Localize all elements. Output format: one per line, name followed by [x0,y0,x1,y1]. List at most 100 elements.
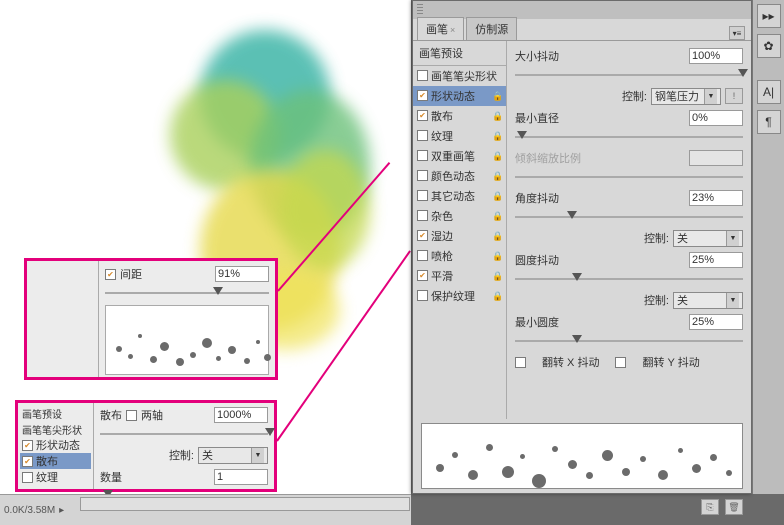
brush-option-label: 杂色 [431,208,453,224]
preset-header[interactable]: 画笔预设 [20,405,91,421]
checkbox[interactable] [22,440,33,451]
brush-option-label: 散布 [431,108,453,124]
flip-y-checkbox[interactable] [615,357,626,368]
list-item[interactable]: 纹理 [20,469,91,485]
tilt-scale-input [689,150,743,166]
brush-option-item[interactable]: 形状动态🔒 [413,86,506,106]
min-diameter-slider[interactable] [515,131,743,143]
tab-brush[interactable]: 画笔× [417,17,464,40]
count-input[interactable]: 1 [214,469,268,485]
checkbox[interactable] [417,90,428,101]
min-round-slider[interactable] [515,335,743,347]
checkbox[interactable] [417,130,428,141]
panel-menu-button[interactable]: ▾≡ [729,26,745,40]
control-label: 控制: [644,230,669,246]
round-jitter-input[interactable]: 25% [689,252,743,268]
close-icon[interactable]: × [450,25,455,35]
toolbar-button[interactable]: ✿ [757,34,781,58]
tilt-scale-slider [515,171,743,183]
new-preset-button[interactable]: ⎘ [701,499,719,515]
brush-option-label: 画笔笔尖形状 [431,68,497,84]
round-jitter-slider[interactable] [515,273,743,285]
min-diameter-input[interactable]: 0% [689,110,743,126]
brush-stroke-preview [421,423,743,489]
drag-handle-icon[interactable] [417,4,423,16]
checkbox[interactable] [417,190,428,201]
brush-option-item[interactable]: 保护纹理 🔒 [413,286,506,306]
expand-panel-button[interactable]: ▸▸ [757,4,781,28]
brush-option-item[interactable]: 纹理 🔒 [413,126,506,146]
checkbox[interactable] [417,210,428,221]
size-control-select[interactable]: 钢笔压力▼ [651,88,721,105]
lock-icon[interactable]: 🔒 [492,131,502,141]
size-jitter-label: 大小抖动 [515,48,685,64]
horizontal-scrollbar[interactable] [80,497,410,511]
round-jitter-label: 圆度抖动 [515,252,685,268]
checkbox[interactable] [417,110,428,121]
checkbox[interactable] [417,250,428,261]
brush-panel: 画笔× 仿制源 ▾≡ 画笔预设 画笔笔尖形状形状动态🔒散布🔒纹理🔒双重画笔🔒颜色… [412,0,752,494]
angle-jitter-input[interactable]: 23% [689,190,743,206]
list-item[interactable]: 形状动态 [20,437,91,453]
doc-status-text: 0.0K/3.58M [4,505,55,516]
brush-option-item[interactable]: 平滑🔒 [413,266,506,286]
flip-x-checkbox[interactable] [515,357,526,368]
lock-icon[interactable]: 🔒 [492,171,502,181]
shape-dynamics-settings: 大小抖动100% 控制:钢笔压力▼! 最小直径0% 倾斜缩放比例 角度抖动23%… [507,41,751,419]
list-item[interactable]: 画笔笔尖形状 [20,421,91,437]
round-control-select[interactable]: 关▼ [673,292,743,309]
brush-option-item[interactable]: 画笔笔尖形状 [413,66,506,86]
brush-option-item[interactable]: 湿边🔒 [413,226,506,246]
brush-option-item[interactable]: 喷枪🔒 [413,246,506,266]
brush-option-list: 画笔预设 画笔笔尖形状形状动态🔒散布🔒纹理🔒双重画笔🔒颜色动态🔒其它动态🔒杂色🔒… [413,41,507,419]
scatter-slider[interactable] [100,428,268,440]
checkbox[interactable] [22,456,33,467]
lock-icon[interactable]: 🔒 [492,111,502,121]
brush-option-item[interactable]: 杂色 🔒 [413,206,506,226]
lock-icon[interactable]: 🔒 [492,151,502,161]
warning-icon: ! [725,88,743,104]
spacing-input[interactable]: 91% [215,266,269,282]
spacing-slider[interactable] [105,287,269,299]
character-panel-button[interactable]: A| [757,80,781,104]
delete-button[interactable]: 🗑 [725,499,743,515]
lock-icon[interactable]: 🔒 [492,291,502,301]
brush-preset-header[interactable]: 画笔预设 [413,41,506,66]
lock-icon[interactable]: 🔒 [492,271,502,281]
lock-icon[interactable]: 🔒 [492,251,502,261]
brush-option-label: 保护纹理 [431,288,475,304]
paragraph-panel-button[interactable]: ¶ [757,110,781,134]
checkbox[interactable] [417,70,428,81]
scatter-input[interactable]: 1000% [214,407,268,423]
tab-clone-source[interactable]: 仿制源 [466,17,517,40]
callout-spacing: 间距 91% [24,258,278,380]
lock-icon[interactable]: 🔒 [492,91,502,101]
spacing-checkbox[interactable] [105,269,116,280]
brush-option-label: 纹理 [431,128,453,144]
control-select[interactable]: 关▼ [198,447,268,464]
angle-control-select[interactable]: 关▼ [673,230,743,247]
control-label: 控制: [622,88,647,104]
flip-x-label: 翻转 X 抖动 [542,354,599,370]
min-round-input[interactable]: 25% [689,314,743,330]
list-item-selected[interactable]: 散布 [20,453,91,469]
min-round-label: 最小圆度 [515,314,685,330]
lock-icon[interactable]: 🔒 [492,191,502,201]
brush-option-item[interactable]: 散布 🔒 [413,106,506,126]
lock-icon[interactable]: 🔒 [492,231,502,241]
flip-y-label: 翻转 Y 抖动 [642,354,699,370]
checkbox[interactable] [417,170,428,181]
lock-icon[interactable]: 🔒 [492,211,502,221]
size-jitter-input[interactable]: 100% [689,48,743,64]
both-axes-checkbox[interactable] [126,410,137,421]
brush-option-item[interactable]: 其它动态🔒 [413,186,506,206]
checkbox[interactable] [417,290,428,301]
brush-option-item[interactable]: 颜色动态🔒 [413,166,506,186]
brush-option-item[interactable]: 双重画笔🔒 [413,146,506,166]
size-jitter-slider[interactable] [515,69,743,81]
checkbox[interactable] [417,230,428,241]
checkbox[interactable] [22,472,33,483]
checkbox[interactable] [417,150,428,161]
angle-jitter-slider[interactable] [515,211,743,223]
checkbox[interactable] [417,270,428,281]
